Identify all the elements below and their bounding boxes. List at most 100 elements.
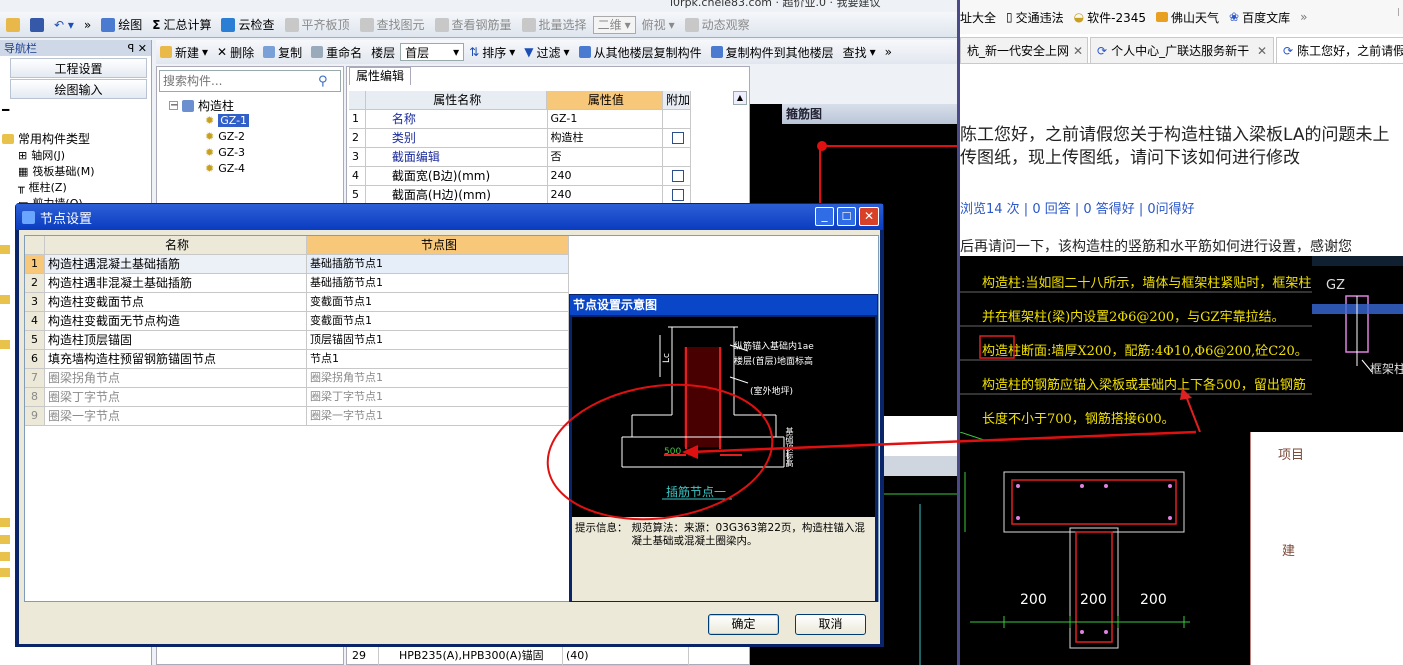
nav-item-axis[interactable]: ⊞ 轴网(J) [18, 147, 65, 163]
node-diagram-value[interactable]: 圈梁拐角节点1 [307, 369, 569, 388]
node-row[interactable]: 4 构造柱变截面无节点构造 变截面节点1 [25, 312, 569, 331]
question-body: 后再请问一下，该构造柱的竖筋和水平筋如何进行设置，感谢您 [960, 239, 1352, 255]
property-value[interactable]: 否 [547, 148, 664, 167]
search-icon[interactable]: ⚲ [318, 74, 328, 89]
tree-item-gz2[interactable]: ✹ GZ-2 [205, 130, 245, 143]
maximize-button[interactable]: ☐ [837, 207, 856, 226]
filter-button[interactable]: ▼ 过滤 ▾ [520, 41, 573, 63]
node-diagram-value[interactable]: 圈梁一字节点1 [307, 407, 569, 426]
collapse-icon[interactable]: − [169, 101, 178, 111]
question-stats: 浏览14 次 | 0 回答 | 0 答得好 | 0问得好 [960, 202, 1195, 217]
find-element-button[interactable]: 查找图元 [356, 14, 429, 36]
bookmark-traffic[interactable]: ▯ 交通违法 [1006, 9, 1064, 26]
view-2d-select[interactable]: 二维 ▾ [592, 15, 636, 34]
property-checkbox[interactable] [672, 189, 685, 201]
property-name: 类别 [365, 129, 548, 148]
folder-icon [0, 568, 10, 577]
cancel-button[interactable]: 取消 [795, 614, 866, 635]
toolbar-overflow-icon[interactable]: » [80, 14, 95, 36]
component-search-input[interactable] [160, 71, 318, 91]
property-checkbox[interactable] [672, 132, 685, 144]
new-button[interactable]: 新建 ▾ [156, 41, 212, 63]
ok-button[interactable]: 确定 [708, 614, 779, 635]
bookmark-overflow-icon[interactable]: » [1300, 10, 1307, 24]
nav-item-frame-column[interactable]: ╥ 框柱(Z) [18, 179, 67, 195]
tree-item-gz3[interactable]: ✹ GZ-3 [205, 146, 245, 159]
property-value[interactable]: 240 [547, 167, 664, 186]
node-row[interactable]: 9 圈梁一字节点 圈梁一字节点1 [25, 407, 569, 426]
node-row[interactable]: 7 圈梁拐角节点 圈梁拐角节点1 [25, 369, 569, 388]
summary-calc-button[interactable]: Σ 汇总计算 [148, 14, 215, 36]
property-row[interactable]: 1 名称 GZ-1 [349, 110, 691, 129]
browser-tab-1[interactable]: 杭_新一代安全上网 ✕ [960, 37, 1088, 63]
property-row-bottom[interactable]: 29 HPB235(A),HPB300(A)锚固 (40) [349, 647, 691, 666]
cloud-check-button[interactable]: 云检查 [217, 14, 278, 36]
browser-tab-2[interactable]: ⟳ 个人中心_广联达服务新干 ✕ [1090, 37, 1274, 63]
close-icon[interactable]: ✕ [1073, 44, 1083, 58]
collapse-up-icon[interactable]: ▲ [733, 91, 747, 105]
diagram-canvas: 纵筋锚入基础内1ae 楼层(首层)地面标高 (室外地坪) Lc 500 基础顶标… [572, 317, 875, 517]
nav-pin-close[interactable]: ꟼ ✕ [128, 42, 147, 55]
node-row[interactable]: 1 构造柱遇混凝土基础插筋 基础插筋节点1 [25, 255, 569, 274]
batch-select-button[interactable]: 批量选择 [518, 14, 591, 36]
copy-button[interactable]: 复制 [259, 41, 306, 63]
property-value[interactable]: GZ-1 [547, 110, 664, 129]
delete-button[interactable]: ✕ 删除 [213, 41, 258, 63]
draw-button[interactable]: 绘图 [97, 14, 146, 36]
tree-item-gz4[interactable]: ✹ GZ-4 [205, 162, 245, 175]
node-diagram-value[interactable]: 变截面节点1 [307, 312, 569, 331]
property-checkbox[interactable] [672, 170, 685, 182]
bookmark-nav[interactable]: 址大全 [960, 9, 996, 26]
bookmark-weather[interactable]: 佛山天气 [1156, 9, 1219, 26]
nav-collapse-icon[interactable]: ━ [2, 103, 151, 117]
sort-button[interactable]: ⇅ 排序 ▾ [465, 41, 519, 63]
note-markup [960, 291, 1312, 432]
property-row[interactable]: 2 类别 构造柱 [349, 129, 691, 148]
align-slab-top-button[interactable]: 平齐板顶 [281, 14, 354, 36]
node-diagram-value[interactable]: 变截面节点1 [307, 293, 569, 312]
dynamic-view-button[interactable]: 动态观察 [681, 14, 754, 36]
bookmark-software[interactable]: ◒ 软件-2345 [1074, 9, 1146, 26]
copy-from-floor-button[interactable]: 从其他楼层复制构件 [575, 41, 706, 63]
nav-item-raft[interactable]: ▦ 筏板基础(M) [18, 163, 94, 179]
open-folder-icon[interactable] [2, 14, 24, 36]
node-row[interactable]: 3 构造柱变截面节点 变截面节点1 [25, 293, 569, 312]
undo-icon[interactable]: ↶ ▾ [50, 14, 78, 36]
node-diagram-value[interactable]: 基础插筋节点1 [307, 274, 569, 293]
close-button[interactable]: ✕ [859, 207, 879, 226]
property-row[interactable]: 3 截面编辑否 [349, 148, 691, 167]
tree-root[interactable]: − 构造柱 [169, 97, 234, 114]
node-row[interactable]: 8 圈梁丁字节点 圈梁丁字节点1 [25, 388, 569, 407]
project-settings-button[interactable]: 工程设置 [10, 58, 147, 78]
node-row[interactable]: 5 构造柱顶层锚固 顶层锚固节点1 [25, 331, 569, 350]
copy-to-floor-button[interactable]: 复制构件到其他楼层 [707, 41, 838, 63]
find-button[interactable]: 查找 ▾ [839, 41, 880, 63]
property-value[interactable]: 构造柱 [547, 129, 664, 148]
bookmark-wenku[interactable]: ❀ 百度文库 [1229, 9, 1290, 26]
node-diagram-value[interactable]: 顶层锚固节点1 [307, 331, 569, 350]
nav-common-types[interactable]: 常用构件类型 [2, 130, 90, 147]
minimize-button[interactable]: _ [815, 207, 834, 226]
top-view-button[interactable]: 俯视 ▾ [638, 14, 679, 36]
gz-detail-svg [1312, 256, 1403, 373]
close-icon[interactable]: ✕ [1257, 44, 1267, 58]
node-row[interactable]: 6 填充墙构造柱预留钢筋锚固节点 节点1 [25, 350, 569, 369]
tab-property-edit[interactable]: 属性编辑 [349, 67, 412, 85]
node-row[interactable]: 2 构造柱遇非混凝土基础插筋 基础插筋节点1 [25, 274, 569, 293]
browser-scroll-top[interactable] [1398, 8, 1403, 16]
property-header: 属性名称 属性值 附加 [349, 91, 691, 110]
drawing-input-button[interactable]: 绘图输入 [10, 79, 147, 99]
rename-button[interactable]: 重命名 [307, 41, 366, 63]
save-icon[interactable] [26, 14, 48, 36]
diagram-label-l3: (室外地坪) [750, 387, 794, 397]
node-diagram-value[interactable]: 圈梁丁字节点1 [307, 388, 569, 407]
rebar-icon [434, 17, 449, 32]
property-row[interactable]: 4 截面宽(B边)(mm) 240 [349, 167, 691, 186]
toolbar-overflow-icon[interactable]: » [881, 41, 896, 63]
floor-select[interactable]: 首层 ▾ [400, 43, 465, 61]
node-diagram-value[interactable]: 基础插筋节点1 [307, 255, 569, 274]
browser-tab-3[interactable]: ⟳ 陈工您好，之前请假 [1276, 37, 1403, 63]
view-rebar-button[interactable]: 查看钢筋量 [431, 14, 516, 36]
tree-item-gz1[interactable]: ✹ GZ-1 [205, 114, 250, 127]
node-diagram-value[interactable]: 节点1 [307, 350, 569, 369]
